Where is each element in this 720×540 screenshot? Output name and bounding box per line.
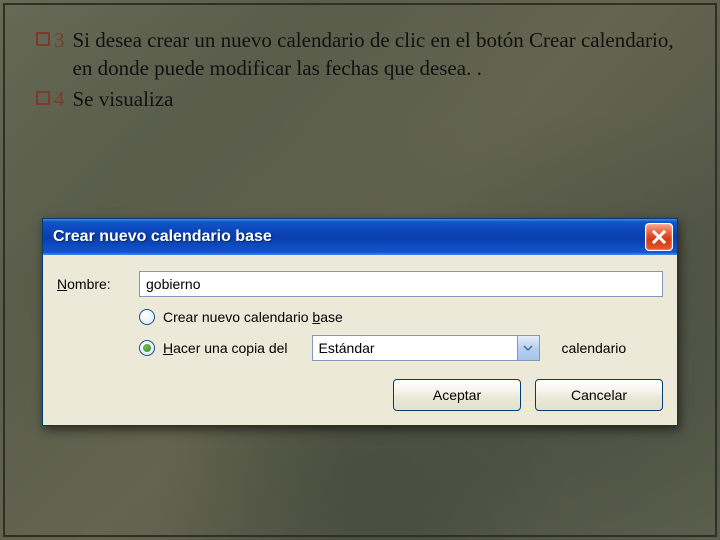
ok-button[interactable]: Aceptar <box>393 379 521 411</box>
radio-icon[interactable] <box>139 340 155 356</box>
radio-copy-from[interactable]: Hacer una copia del Estándar calendario <box>139 335 663 361</box>
combo-value: Estándar <box>313 340 517 356</box>
radio-label: Hacer una copia del <box>163 340 288 356</box>
name-label: Nombre: <box>57 276 139 292</box>
bullet-square-icon <box>36 91 50 105</box>
cancel-button[interactable]: Cancelar <box>535 379 663 411</box>
dialog-title: Crear nuevo calendario base <box>53 228 645 246</box>
bullet-item: 3 Si desea crear un nuevo calendario de … <box>36 26 680 83</box>
source-calendar-combo[interactable]: Estándar <box>312 335 540 361</box>
bullet-number: 3 <box>54 26 65 83</box>
close-icon <box>651 229 667 245</box>
dialog-create-calendar: Crear nuevo calendario base Nombre: Crea… <box>42 218 678 426</box>
bullet-square-icon <box>36 32 50 46</box>
slide-text: 3 Si desea crear un nuevo calendario de … <box>36 26 680 115</box>
bullet-item: 4 Se visualiza <box>36 85 680 113</box>
radio-create-new[interactable]: Crear nuevo calendario base <box>139 309 663 325</box>
close-button[interactable] <box>645 223 673 251</box>
dialog-titlebar[interactable]: Crear nuevo calendario base <box>43 219 677 255</box>
name-input[interactable] <box>139 271 663 297</box>
radio-icon[interactable] <box>139 309 155 325</box>
radio-label: Crear nuevo calendario base <box>163 309 343 325</box>
bullet-text: Se visualiza <box>73 85 681 113</box>
bullet-number: 4 <box>54 85 65 113</box>
bullet-text: Si desea crear un nuevo calendario de cl… <box>73 26 681 83</box>
dialog-body: Nombre: Crear nuevo calendario base Hace… <box>43 255 677 425</box>
suffix-label: calendario <box>562 340 627 356</box>
name-row: Nombre: <box>57 271 663 297</box>
combo-dropdown-button[interactable] <box>517 336 539 360</box>
chevron-down-icon <box>523 343 533 353</box>
dialog-buttons: Aceptar Cancelar <box>57 379 663 411</box>
